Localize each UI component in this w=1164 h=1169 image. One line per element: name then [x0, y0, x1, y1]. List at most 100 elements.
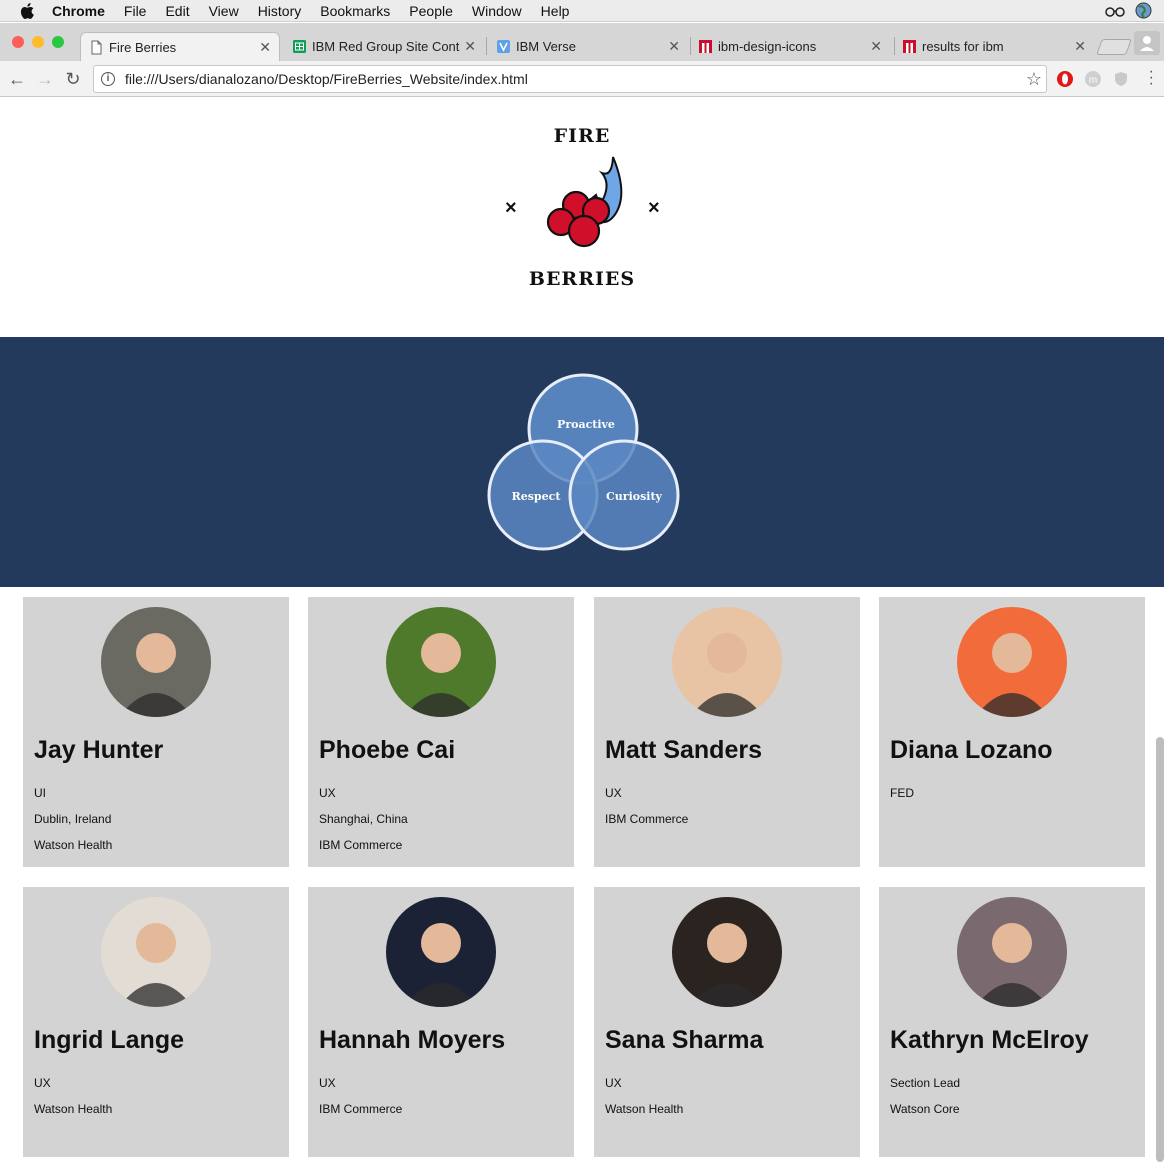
member-detail: Section Lead [890, 1076, 961, 1090]
values-band: Proactive Respect Curiosity [0, 337, 1164, 587]
person-icon [1140, 36, 1154, 51]
tab-ibm-red-group[interactable]: IBM Red Group Site Conte ✕ [284, 32, 484, 61]
member-detail: IBM Commerce [319, 1102, 403, 1116]
minimize-window-button[interactable] [32, 36, 44, 48]
page-icon [91, 40, 102, 55]
profile-button[interactable] [1134, 31, 1160, 55]
glasses-icon[interactable] [1105, 5, 1125, 17]
member-detail: Shanghai, China [319, 812, 408, 826]
url-text[interactable]: file:///Users/dianalozano/Desktop/FireBe… [125, 71, 528, 87]
logo-fire-text: FIRE [553, 125, 611, 147]
tab-fire-berries[interactable]: Fire Berries ✕ [80, 32, 280, 61]
avatar [957, 607, 1067, 717]
member-name: Matt Sanders [605, 736, 762, 764]
apple-icon[interactable] [20, 2, 34, 19]
tab-label: Fire Berries [109, 39, 177, 55]
venn-label-respect: Respect [512, 490, 562, 503]
tab-label: IBM Verse [516, 39, 576, 54]
tab-results-for-ibm[interactable]: results for ibm ✕ [894, 32, 1094, 61]
team-card[interactable]: Sana Sharma UX Watson Health [594, 887, 860, 1157]
tab-strip: Fire Berries ✕ IBM Red Group Site Conte … [0, 23, 1164, 61]
team-card[interactable]: Jay Hunter UI Dublin, Ireland Watson Health [23, 597, 289, 867]
member-detail: UX [319, 1076, 336, 1090]
logo-cross-right: × [648, 197, 660, 219]
tab-label: results for ibm [922, 39, 1004, 54]
member-detail: Watson Core [890, 1102, 960, 1116]
opera-extension-icon[interactable] [1056, 70, 1074, 88]
zoom-window-button[interactable] [52, 36, 64, 48]
avatar [386, 897, 496, 1007]
menu-bookmarks[interactable]: Bookmarks [320, 3, 390, 19]
member-name: Ingrid Lange [34, 1026, 184, 1054]
close-tab-icon[interactable]: ✕ [464, 38, 476, 55]
shield-extension-icon[interactable] [1112, 70, 1130, 88]
avatar [101, 897, 211, 1007]
member-detail: UX [605, 1076, 622, 1090]
avatar [101, 607, 211, 717]
team-card[interactable]: Hannah Moyers UX IBM Commerce [308, 887, 574, 1157]
member-name: Sana Sharma [605, 1026, 764, 1054]
member-name: Phoebe Cai [319, 736, 456, 764]
member-detail: UX [605, 786, 622, 800]
member-detail: Watson Health [34, 838, 113, 852]
macos-menu-bar: Chrome File Edit View History Bookmarks … [0, 0, 1164, 22]
reload-icon[interactable]: ↻ [62, 68, 84, 90]
menu-people[interactable]: People [409, 3, 453, 19]
member-detail: Dublin, Ireland [34, 812, 112, 826]
member-detail: IBM Commerce [605, 812, 689, 826]
member-name: Hannah Moyers [319, 1026, 506, 1054]
close-tab-icon[interactable]: ✕ [1074, 38, 1086, 55]
tab-ibm-verse[interactable]: IBM Verse ✕ [488, 32, 688, 61]
tab-label: ibm-design-icons [718, 39, 817, 54]
menu-file[interactable]: File [124, 3, 147, 19]
close-tab-icon[interactable]: ✕ [668, 38, 680, 55]
page-scrollbar[interactable] [1156, 737, 1164, 1162]
logo-berries-text: BERRIES [528, 268, 636, 290]
forward-arrow-icon[interactable]: → [34, 68, 56, 90]
logo-cross-left: × [505, 197, 517, 219]
team-card[interactable]: Matt Sanders UX IBM Commerce [594, 597, 860, 867]
member-detail: Watson Health [605, 1102, 684, 1116]
member-detail: UX [34, 1076, 51, 1090]
menu-window[interactable]: Window [472, 3, 522, 19]
close-tab-icon[interactable]: ✕ [870, 38, 882, 55]
avatar [672, 897, 782, 1007]
tab-label: IBM Red Group Site Conte [312, 39, 460, 54]
member-detail: UX [319, 786, 336, 800]
chrome-menu-icon[interactable]: · · · [1149, 64, 1154, 92]
values-venn-diagram: Proactive Respect Curiosity [487, 373, 680, 551]
member-name: Diana Lozano [890, 736, 1053, 764]
team-card[interactable]: Diana Lozano FED [879, 597, 1145, 867]
sheets-icon [293, 40, 306, 53]
svg-text:m: m [1089, 75, 1097, 86]
member-detail: IBM Commerce [319, 838, 403, 852]
globe-icon[interactable] [1135, 2, 1152, 19]
member-detail: FED [890, 786, 914, 800]
tab-ibm-design-icons[interactable]: ibm-design-icons ✕ [690, 32, 890, 61]
close-window-button[interactable] [12, 36, 24, 48]
menu-history[interactable]: History [258, 3, 302, 19]
menu-edit[interactable]: Edit [165, 3, 189, 19]
menu-help[interactable]: Help [541, 3, 570, 19]
m-extension-icon[interactable]: m [1084, 70, 1102, 88]
menu-chrome[interactable]: Chrome [52, 3, 105, 19]
member-name: Jay Hunter [34, 736, 164, 764]
avatar [957, 897, 1067, 1007]
team-card[interactable]: Phoebe Cai UX Shanghai, China IBM Commerce [308, 597, 574, 867]
new-tab-button[interactable] [1096, 39, 1132, 55]
browser-toolbar: ← → ↻ i file:///Users/dianalozano/Deskto… [0, 61, 1164, 97]
menu-view[interactable]: View [209, 3, 239, 19]
back-arrow-icon[interactable]: ← [6, 68, 28, 90]
bookmark-star-icon[interactable]: ☆ [1026, 69, 1042, 90]
team-card[interactable]: Ingrid Lange UX Watson Health [23, 887, 289, 1157]
venn-label-curiosity: Curiosity [606, 490, 663, 503]
member-detail: Watson Health [34, 1102, 113, 1116]
info-icon[interactable]: i [101, 72, 115, 86]
address-bar[interactable]: i file:///Users/dianalozano/Desktop/Fire… [93, 65, 1047, 93]
avatar [672, 607, 782, 717]
ibm-red-icon [903, 40, 916, 53]
window-controls [12, 36, 64, 48]
close-tab-icon[interactable]: ✕ [259, 39, 271, 56]
team-card[interactable]: Kathryn McElroy Section Lead Watson Core [879, 887, 1145, 1157]
verse-icon [497, 40, 510, 53]
